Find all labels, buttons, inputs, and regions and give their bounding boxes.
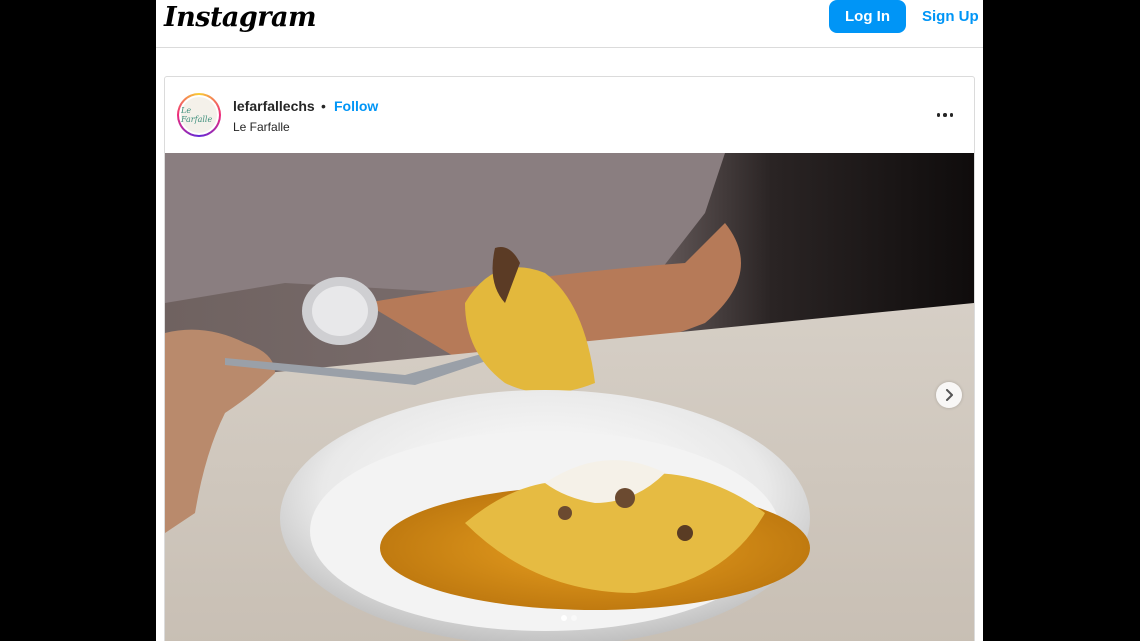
post-location[interactable]: Le Farfalle: [233, 120, 290, 134]
separator-dot: •: [321, 98, 326, 114]
follow-button[interactable]: Follow: [334, 98, 378, 114]
avatar[interactable]: Le Farfalle: [177, 93, 221, 137]
food-photo-icon: [165, 153, 974, 641]
instagram-embed: Instagram Log In Sign Up Le Farfalle lef…: [156, 0, 983, 641]
post-header: Le Farfalle lefarfallechs • Follow Le Fa…: [165, 77, 974, 153]
top-bar: Instagram Log In Sign Up: [156, 0, 983, 48]
carousel-next-icon[interactable]: [936, 382, 962, 408]
login-button[interactable]: Log In: [829, 0, 906, 33]
carousel-indicator: [561, 615, 577, 621]
instagram-logo[interactable]: Instagram: [164, 2, 317, 33]
post-card: Le Farfalle lefarfallechs • Follow Le Fa…: [164, 76, 975, 641]
carousel-dot-1: [561, 615, 567, 621]
carousel-dot-2: [571, 615, 577, 621]
avatar-text: Le Farfalle: [181, 106, 213, 124]
post-username[interactable]: lefarfallechs: [233, 98, 315, 114]
avatar-logo-icon: Le Farfalle: [181, 97, 217, 133]
post-image[interactable]: [165, 153, 974, 641]
signup-link[interactable]: Sign Up: [922, 8, 979, 25]
more-options-icon[interactable]: [935, 105, 955, 125]
